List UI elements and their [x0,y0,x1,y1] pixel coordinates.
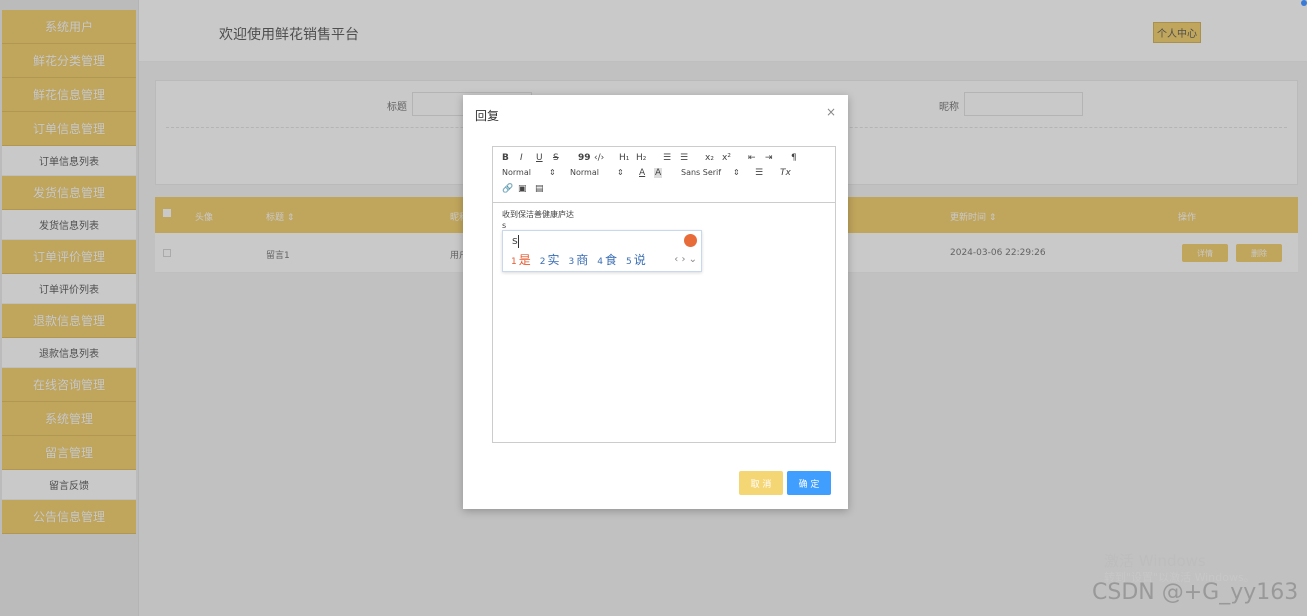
size-select-2[interactable]: Normal [570,168,599,177]
chevron-updown-icon: ⇕ [617,168,624,177]
ime-candidates: 1是 2实 3商 4食 5说 [511,251,646,268]
editor-line-1: 收到保洁善健康庐达 [502,210,574,219]
editor-content[interactable]: 收到保洁善健康庐达 s [502,209,574,231]
clear-format-icon[interactable]: Tx [780,168,791,178]
align-icon[interactable]: ☰ [755,168,763,178]
ime-logo-icon [684,234,697,247]
underline-icon[interactable]: U [536,153,543,163]
outdent-icon[interactable]: ⇤ [748,153,756,163]
h2-icon[interactable]: H₂ [636,153,646,163]
video-icon[interactable]: ▤ [535,184,544,194]
ime-candidate[interactable]: 5说 [626,251,646,268]
ime-candidate-window: s 1是 2实 3商 4食 5说 ‹ › ⌄ [502,230,702,272]
image-icon[interactable]: ▣ [518,184,527,194]
ime-input-text: s [512,234,518,247]
bullet-list-icon[interactable]: ☰ [680,153,688,163]
dialog-title: 回复 [475,109,500,123]
ime-candidate[interactable]: 2实 [540,251,560,268]
rich-text-editor: B I U S 99 ‹/› H₁ H₂ ☰ ☰ x₂ x² ⇤ ⇥ ¶ Nor… [492,146,836,443]
link-icon[interactable]: 🔗 [502,184,513,194]
windows-activation-watermark: 激活 Windows [1104,552,1206,570]
italic-icon[interactable]: I [520,153,523,163]
ime-page-nav[interactable]: ‹ › ⌄ [674,254,697,265]
text-color-icon[interactable]: A [639,168,645,178]
chevron-updown-icon: ⇕ [733,168,740,177]
editor-toolbar: B I U S 99 ‹/› H₁ H₂ ☰ ☰ x₂ x² ⇤ ⇥ ¶ Nor… [493,147,835,203]
code-icon[interactable]: ‹/› [594,153,604,163]
ime-cursor [518,235,519,248]
subscript-icon[interactable]: x₂ [705,153,714,163]
cancel-button[interactable]: 取 消 [739,471,783,495]
quote-icon[interactable]: 99 [578,153,591,163]
chevron-updown-icon: ⇕ [549,168,556,177]
bold-icon[interactable]: B [502,153,509,163]
ime-candidate[interactable]: 1是 [511,251,531,268]
size-select-1[interactable]: Normal [502,168,531,177]
text-direction-icon[interactable]: ¶ [791,153,797,163]
reply-dialog: 回复 × B I U S 99 ‹/› H₁ H₂ ☰ ☰ x₂ x² ⇤ ⇥ … [463,95,848,509]
indent-icon[interactable]: ⇥ [765,153,773,163]
strike-icon[interactable]: S [553,153,559,163]
superscript-icon[interactable]: x² [722,153,731,163]
ime-candidate[interactable]: 4食 [597,251,617,268]
corner-dot-icon [1301,0,1307,6]
ordered-list-icon[interactable]: ☰ [663,153,671,163]
confirm-button[interactable]: 确 定 [787,471,831,495]
ime-candidate[interactable]: 3商 [569,251,589,268]
close-icon[interactable]: × [826,105,836,119]
h1-icon[interactable]: H₁ [619,153,629,163]
background-color-icon[interactable]: A [654,168,663,178]
csdn-watermark: CSDN @+G_yy163 [1092,580,1299,605]
font-select[interactable]: Sans Serif [681,168,721,177]
